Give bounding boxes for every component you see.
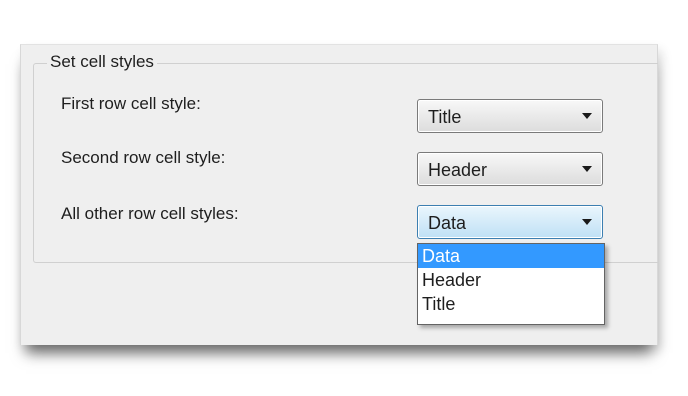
- dropdown-option-title[interactable]: Title: [418, 292, 604, 316]
- cell-styles-panel: Set cell styles First row cell style: Ti…: [20, 44, 658, 345]
- other-rows-style-dropdown-list: Data Header Title: [417, 243, 605, 325]
- dropdown-option-data[interactable]: Data: [418, 244, 604, 268]
- chevron-down-icon: [582, 166, 592, 172]
- screenshot-stage: Set cell styles First row cell style: Ti…: [0, 0, 688, 396]
- other-rows-style-value: Data: [428, 213, 467, 233]
- other-rows-style-label: All other row cell styles:: [61, 204, 239, 223]
- chevron-down-icon: [582, 219, 592, 225]
- group-legend: Set cell styles: [47, 51, 157, 73]
- chevron-down-icon: [582, 113, 592, 119]
- second-row-style-combobox[interactable]: Header: [417, 152, 603, 186]
- first-row-style-label: First row cell style:: [61, 94, 201, 113]
- second-row-style-value: Header: [428, 160, 488, 180]
- first-row-style-combobox[interactable]: Title: [417, 99, 603, 133]
- other-rows-style-combobox[interactable]: Data: [417, 205, 603, 239]
- dropdown-option-header[interactable]: Header: [418, 268, 604, 292]
- first-row-style-value: Title: [428, 107, 462, 127]
- second-row-style-label: Second row cell style:: [61, 148, 226, 167]
